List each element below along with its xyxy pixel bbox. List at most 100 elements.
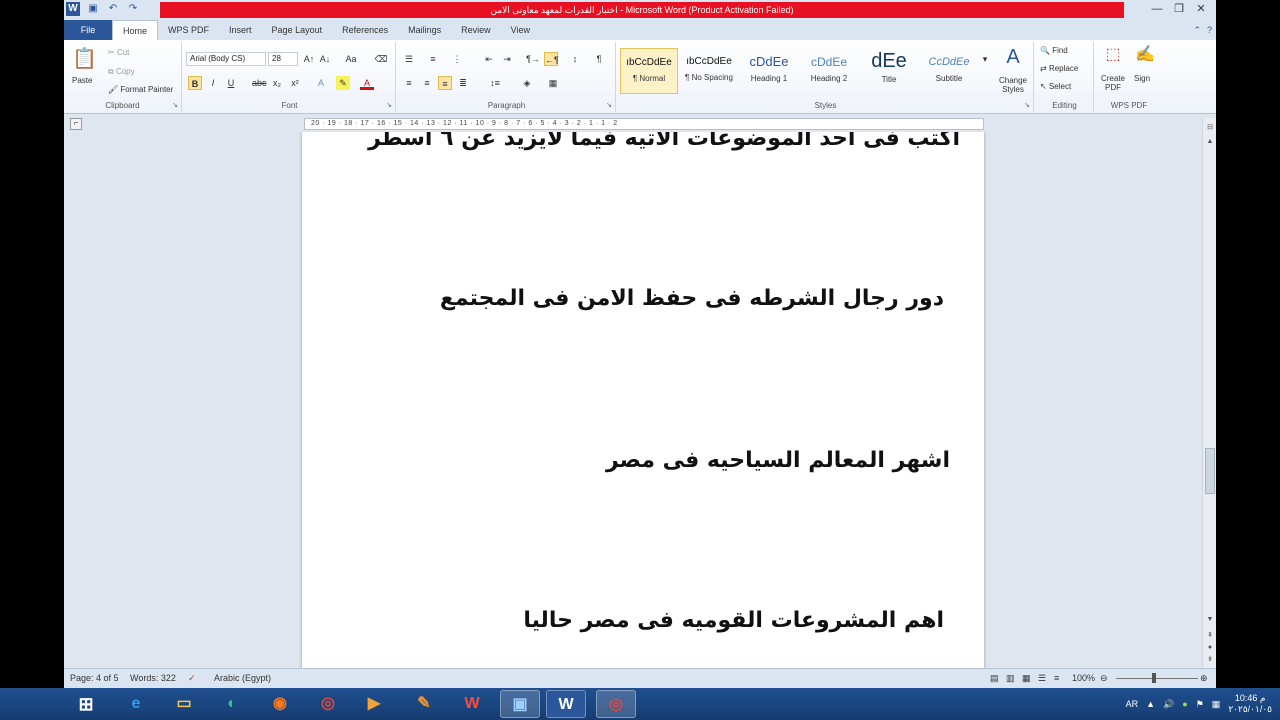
- document-paragraph[interactable]: اكتب فى احد الموضوعات الآتيه فيما لايزيد…: [368, 132, 960, 151]
- tab-mailings[interactable]: Mailings: [398, 20, 451, 40]
- align-right-icon[interactable]: ≡: [438, 76, 452, 90]
- document-paragraph[interactable]: دور رجال الشرطه فى حفظ الامن فى المجتمع: [440, 286, 944, 311]
- text-effects-icon[interactable]: A: [314, 76, 328, 90]
- zoom-slider-thumb[interactable]: [1152, 673, 1156, 683]
- tab-selector-icon[interactable]: ⌐: [70, 118, 82, 130]
- draft-icon[interactable]: ≡: [1054, 673, 1059, 683]
- font-size-combo[interactable]: 28: [268, 52, 298, 66]
- close-icon[interactable]: ✕: [1190, 0, 1212, 18]
- zoom-slider[interactable]: [1116, 678, 1198, 679]
- clock[interactable]: 10:46 م ٢٠٢٥/٠١/٠٥: [1228, 693, 1272, 715]
- tab-insert[interactable]: Insert: [219, 20, 262, 40]
- subscript-icon[interactable]: x₂: [270, 76, 284, 90]
- start-icon[interactable]: ⊞: [66, 690, 106, 718]
- input-language[interactable]: AR: [1126, 699, 1139, 709]
- chrome-taskbar-icon[interactable]: ◎: [596, 690, 636, 718]
- paste-icon[interactable]: 📋: [72, 46, 97, 71]
- file-explorer-icon[interactable]: ▭: [164, 690, 204, 718]
- style-subtitle[interactable]: CcDdEe Subtitle: [920, 48, 978, 94]
- document-paragraph[interactable]: اهم المشروعات القوميه فى مصر حاليا: [523, 608, 944, 633]
- tab-page-layout[interactable]: Page Layout: [262, 20, 333, 40]
- scroll-down-icon[interactable]: ▼: [1204, 614, 1216, 626]
- increase-indent-icon[interactable]: ⇥: [500, 52, 514, 66]
- scroll-up-icon[interactable]: ▲: [1204, 136, 1216, 148]
- align-center-icon[interactable]: ≡: [420, 76, 434, 90]
- show-marks-icon[interactable]: ¶: [592, 52, 606, 66]
- zoom-out-icon[interactable]: ⊖: [1100, 673, 1108, 684]
- superscript-icon[interactable]: x²: [288, 76, 302, 90]
- font-color-icon[interactable]: A: [360, 76, 374, 90]
- document-paragraph[interactable]: اشهر المعالم السياحيه فى مصر: [606, 448, 950, 473]
- next-page-icon[interactable]: ⇟: [1204, 654, 1216, 666]
- style-title[interactable]: dEe Title: [860, 48, 918, 94]
- zoom-level[interactable]: 100%: [1072, 673, 1095, 683]
- style-normal[interactable]: ıbCcDdEe ¶ Normal: [620, 48, 678, 94]
- styles-scroll-icon[interactable]: ▾: [980, 52, 990, 66]
- horizontal-ruler[interactable]: 20 · 19 · 18 · 17 · 16 · 15 · 14 · 13 · …: [304, 118, 984, 130]
- minimize-icon[interactable]: —: [1146, 0, 1168, 18]
- copy-button[interactable]: ⧉ Copy: [108, 67, 135, 77]
- media-player-icon[interactable]: ▶: [354, 690, 394, 718]
- paste-button[interactable]: Paste: [72, 76, 92, 85]
- sign-button[interactable]: Sign: [1134, 74, 1150, 83]
- web-layout-icon[interactable]: ▦: [1022, 673, 1031, 684]
- cut-button[interactable]: ✂ Cut: [108, 48, 129, 57]
- bullets-icon[interactable]: ☰: [402, 52, 416, 66]
- flag-icon[interactable]: ⚑: [1196, 699, 1204, 710]
- internet-explorer-icon[interactable]: e: [116, 690, 156, 718]
- align-left-icon[interactable]: ≡: [402, 76, 416, 90]
- grow-font-icon[interactable]: A↑: [302, 52, 316, 66]
- browse-object-icon[interactable]: ●: [1204, 642, 1216, 654]
- chrome-icon[interactable]: ◎: [308, 690, 348, 718]
- show-hidden-icons-icon[interactable]: ▲: [1146, 699, 1155, 709]
- document-page[interactable]: اكتب فى احد الموضوعات الآتيه فيما لايزيد…: [302, 132, 984, 668]
- paragraph-launcher-icon[interactable]: ↘: [606, 101, 612, 109]
- tab-references[interactable]: References: [332, 20, 398, 40]
- underline-icon[interactable]: U: [224, 76, 238, 90]
- shrink-font-icon[interactable]: A↓: [318, 52, 332, 66]
- undo-icon[interactable]: ↶: [106, 2, 120, 16]
- tab-home[interactable]: Home: [112, 20, 159, 40]
- highlight-icon[interactable]: ✎: [336, 76, 350, 90]
- clipboard-launcher-icon[interactable]: ↘: [172, 101, 178, 109]
- style-heading-2[interactable]: cDdEe Heading 2: [800, 48, 858, 94]
- tab-review[interactable]: Review: [451, 20, 501, 40]
- font-name-combo[interactable]: Arial (Body CS): [186, 52, 266, 66]
- outline-icon[interactable]: ☰: [1038, 673, 1046, 684]
- ltr-direction-icon[interactable]: ¶→: [526, 52, 540, 66]
- select-button[interactable]: ↖ Select: [1040, 82, 1071, 91]
- screen-recorder-icon[interactable]: ▣: [500, 690, 540, 718]
- borders-icon[interactable]: ▦: [546, 76, 560, 90]
- bold-icon[interactable]: B: [188, 76, 202, 90]
- style-no-spacing[interactable]: ıbCcDdEe ¶ No Spacing: [680, 48, 738, 94]
- italic-icon[interactable]: I: [206, 76, 220, 90]
- strikethrough-icon[interactable]: abc: [252, 76, 267, 90]
- language-indicator[interactable]: Arabic (Egypt): [214, 673, 271, 683]
- word-taskbar-icon[interactable]: W: [546, 690, 586, 718]
- collapse-ribbon-icon[interactable]: ⌃: [1193, 20, 1201, 40]
- help-icon[interactable]: ?: [1207, 20, 1212, 40]
- paint-icon[interactable]: ✎: [404, 690, 444, 718]
- change-styles-button[interactable]: Change Styles: [994, 76, 1032, 94]
- styles-launcher-icon[interactable]: ↘: [1024, 101, 1030, 109]
- vertical-scrollbar[interactable]: ⊟ ▲ ▼ ⇞ ● ⇟: [1202, 118, 1216, 668]
- volume-icon[interactable]: 🔊: [1163, 699, 1174, 710]
- full-screen-reading-icon[interactable]: ▥: [1006, 673, 1015, 684]
- create-pdf-button[interactable]: Create PDF: [1098, 74, 1128, 92]
- create-pdf-icon[interactable]: ⬚: [1100, 44, 1126, 64]
- tab-view[interactable]: View: [501, 20, 540, 40]
- scroll-thumb[interactable]: [1205, 448, 1215, 494]
- wps-office-icon[interactable]: W: [452, 690, 492, 718]
- previous-page-icon[interactable]: ⇞: [1204, 630, 1216, 642]
- restore-icon[interactable]: ❐: [1168, 0, 1190, 18]
- justify-icon[interactable]: ≣: [456, 76, 470, 90]
- edge-icon[interactable]: ◐: [212, 690, 252, 718]
- sign-icon[interactable]: ✍: [1132, 44, 1158, 64]
- change-styles-icon[interactable]: A: [996, 46, 1030, 69]
- word-count[interactable]: Words: 322: [130, 673, 176, 683]
- word-app-icon[interactable]: W: [66, 2, 80, 16]
- decrease-indent-icon[interactable]: ⇤: [482, 52, 496, 66]
- multilevel-list-icon[interactable]: ⋮: [450, 52, 464, 66]
- network-icon[interactable]: ▦: [1212, 699, 1221, 710]
- sort-icon[interactable]: ↕: [568, 52, 582, 66]
